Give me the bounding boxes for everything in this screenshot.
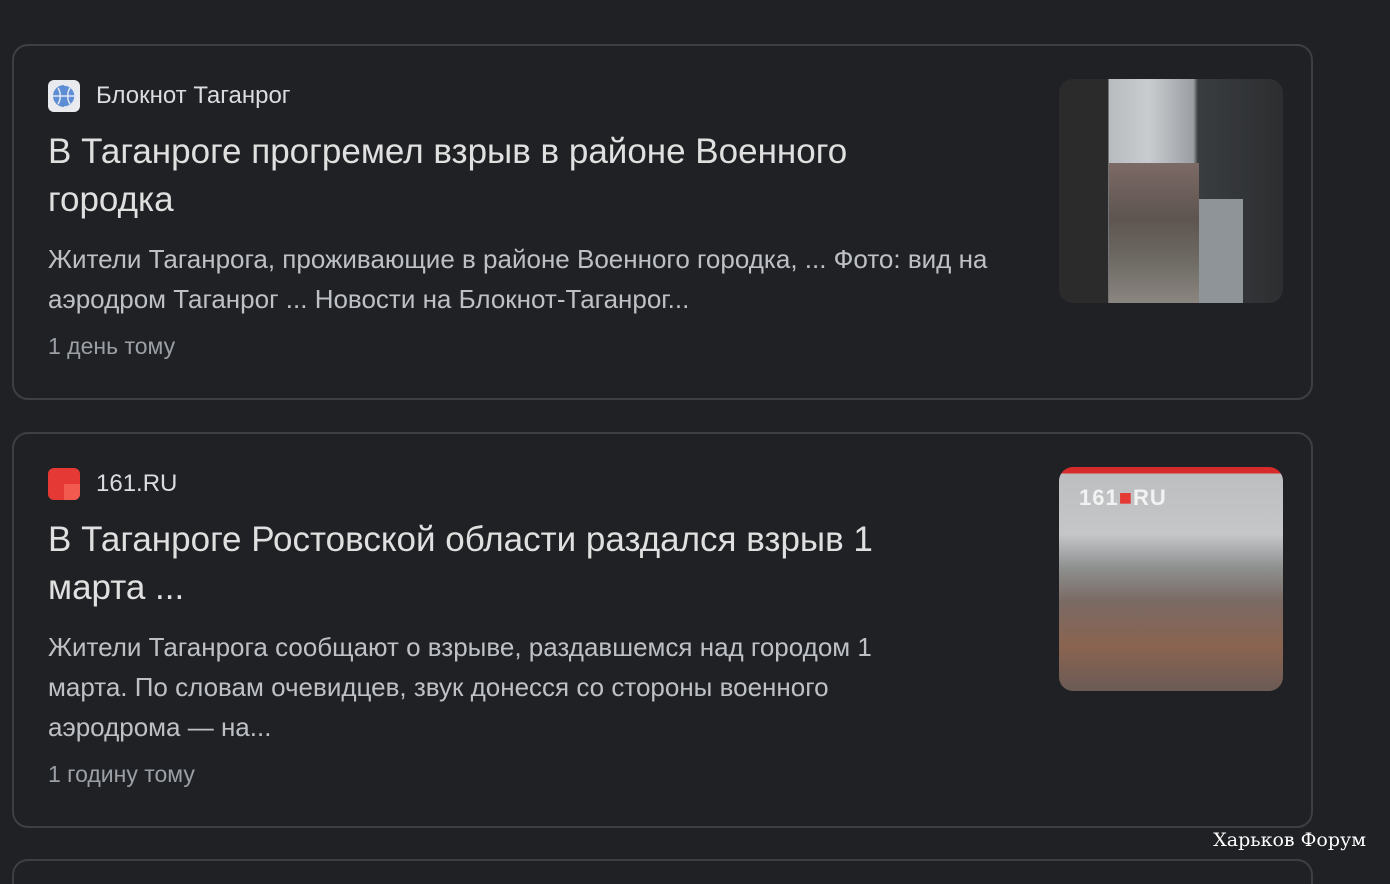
thumbnail-logo-number: 161 bbox=[1079, 485, 1119, 510]
thumbnail-city-view bbox=[1109, 163, 1199, 303]
news-result-card[interactable] bbox=[12, 859, 1313, 884]
result-source[interactable]: Блокнот Таганрог bbox=[48, 80, 291, 112]
result-time: 1 день тому bbox=[48, 333, 176, 359]
result-thumbnail[interactable]: 161■RU bbox=[1059, 467, 1283, 691]
result-title[interactable]: В Таганроге Ростовской области раздался … bbox=[48, 516, 948, 612]
watermark: Харьков Форум bbox=[1213, 829, 1366, 851]
result-thumbnail[interactable] bbox=[1059, 79, 1283, 303]
thumbnail-logo: 161■RU bbox=[1079, 485, 1167, 511]
result-snippet: Жители Таганрога сообщают о взрыве, разд… bbox=[48, 632, 872, 742]
thumbnail-logo-mark: ■ bbox=[1118, 485, 1134, 510]
thumbnail-balcony bbox=[1199, 199, 1243, 303]
news-result-card[interactable]: Блокнот Таганрог В Таганроге прогремел в… bbox=[12, 44, 1313, 400]
result-snippet: Жители Таганрога, проживающие в районе В… bbox=[48, 244, 988, 314]
source-name: Блокнот Таганрог bbox=[96, 82, 291, 109]
news-result-card[interactable]: 161.RU В Таганроге Ростовской области ра… bbox=[12, 432, 1313, 828]
red-square-icon bbox=[48, 468, 80, 500]
result-time: 1 годину тому bbox=[48, 761, 195, 787]
source-name: 161.RU bbox=[96, 470, 178, 497]
top-edge bbox=[0, 0, 1390, 8]
result-source[interactable]: 161.RU bbox=[48, 468, 177, 500]
thumbnail-logo-suffix: RU bbox=[1133, 485, 1167, 510]
search-results-page: Блокнот Таганрог В Таганроге прогремел в… bbox=[0, 0, 1390, 884]
result-title[interactable]: В Таганроге прогремел взрыв в районе Вое… bbox=[48, 128, 948, 224]
globe-icon bbox=[48, 80, 80, 112]
